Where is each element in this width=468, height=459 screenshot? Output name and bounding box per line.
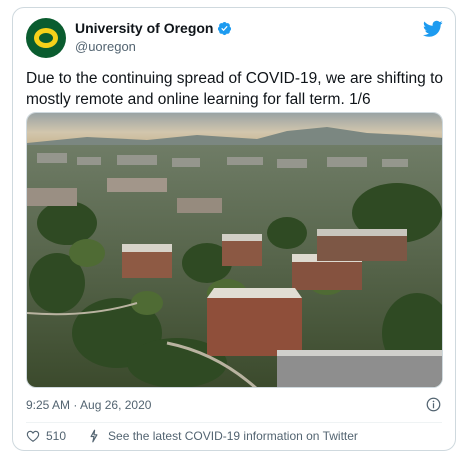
author-handle[interactable]: @uoregon [75, 39, 136, 54]
avatar[interactable] [26, 18, 66, 58]
author-name-row[interactable]: University of Oregon [75, 20, 232, 36]
tweet-photo[interactable] [26, 112, 443, 388]
divider [26, 422, 442, 423]
lightning-icon [90, 429, 98, 443]
verified-badge-icon [218, 21, 232, 35]
campus-aerial-photo [27, 113, 442, 387]
university-logo-icon [34, 28, 58, 48]
tweet-text: Due to the continuing spread of COVID-19… [26, 70, 444, 108]
tweet-timestamp[interactable]: 9:25 AM · Aug 26, 2020 [26, 398, 151, 412]
twitter-bird-icon[interactable] [423, 20, 443, 38]
info-icon[interactable] [426, 397, 441, 412]
author-name[interactable]: University of Oregon [75, 20, 213, 36]
tweet-card[interactable]: University of Oregon @uoregon Due to the… [12, 7, 456, 451]
like-count[interactable]: 510 [46, 429, 66, 443]
tweet-actions: 510 See the latest COVID-19 information … [26, 429, 358, 443]
covid-info-link[interactable]: See the latest COVID-19 information on T… [108, 429, 358, 443]
heart-icon[interactable] [26, 429, 40, 443]
